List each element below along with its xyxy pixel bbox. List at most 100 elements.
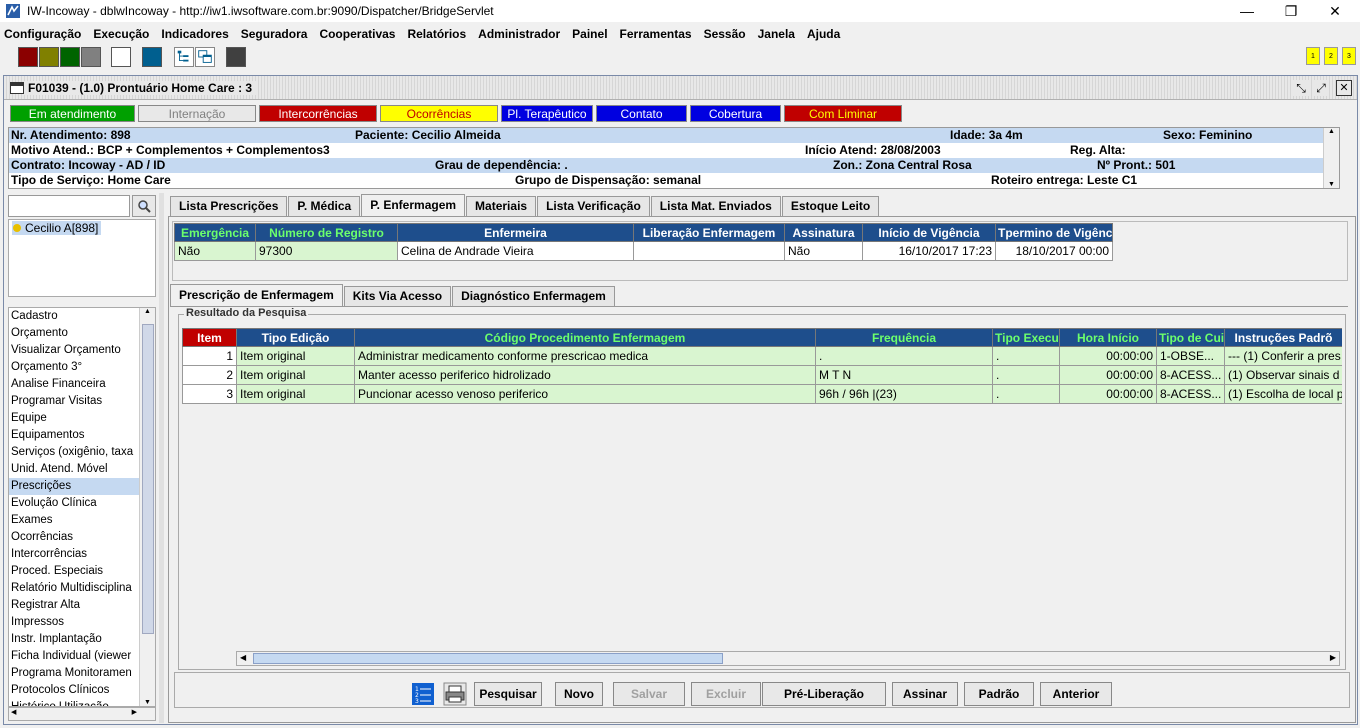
menu-relatorios[interactable]: Relatórios bbox=[407, 27, 466, 41]
nav-item[interactable]: Cadastro bbox=[9, 308, 140, 325]
column-header[interactable]: Assinatura bbox=[784, 223, 863, 242]
windows-icon[interactable] bbox=[195, 47, 215, 67]
close-button[interactable]: ✕ bbox=[1312, 0, 1358, 22]
nav-item[interactable]: Prescrições bbox=[9, 478, 140, 495]
grid-horizontal-scrollbar[interactable]: ◀ ▶ bbox=[236, 651, 1340, 666]
button-novo[interactable]: Novo bbox=[555, 682, 603, 706]
toolbar-color-button-2[interactable] bbox=[39, 47, 59, 67]
nav-horizontal-scrollbar[interactable]: ◀ ▶ bbox=[8, 707, 156, 721]
frame-maximize-icon[interactable]: ⤢ bbox=[1313, 80, 1329, 96]
scroll-down-icon[interactable]: ▼ bbox=[140, 699, 155, 706]
toolbar-color-button-7[interactable] bbox=[226, 47, 246, 67]
desktop-1-button[interactable]: 1 bbox=[1306, 47, 1320, 65]
status-button-7[interactable]: Cobertura bbox=[690, 105, 781, 122]
toolbar-color-button-4[interactable] bbox=[81, 47, 101, 67]
status-button-6[interactable]: Contato bbox=[596, 105, 687, 122]
nav-item[interactable]: Proced. Especiais bbox=[9, 563, 140, 580]
nav-scrollbar[interactable]: ▲ ▼ bbox=[139, 308, 155, 706]
menu-seguradora[interactable]: Seguradora bbox=[241, 27, 308, 41]
nav-item[interactable]: Registrar Alta bbox=[9, 597, 140, 614]
table-row[interactable]: 3 Item original Puncionar acesso venoso pe… bbox=[182, 384, 1342, 404]
nav-item[interactable]: Evolução Clínica bbox=[9, 495, 140, 512]
nav-item[interactable]: Equipamentos bbox=[9, 427, 140, 444]
column-header[interactable]: Início de Vigência bbox=[862, 223, 996, 242]
nav-item[interactable]: Equipe bbox=[9, 410, 140, 427]
nav-scroll-thumb[interactable] bbox=[142, 324, 154, 634]
tab-1[interactable]: Lista Prescrições bbox=[170, 196, 288, 216]
nav-item[interactable]: Ocorrências bbox=[9, 529, 140, 546]
button-pesquisar[interactable]: Pesquisar bbox=[474, 682, 542, 706]
toolbar-color-button-5[interactable] bbox=[111, 47, 131, 67]
patient-list-item[interactable]: Cecilio A[898] bbox=[12, 221, 102, 235]
scroll-up-icon[interactable]: ▲ bbox=[140, 308, 155, 315]
column-header[interactable]: Frequência bbox=[815, 328, 993, 347]
status-button-2[interactable]: Internação bbox=[138, 105, 256, 122]
status-button-4[interactable]: Ocorrências bbox=[380, 105, 498, 122]
scroll-left-icon[interactable]: ◀ bbox=[11, 708, 16, 716]
list-icon[interactable]: 1 2 3 bbox=[411, 682, 435, 706]
column-header[interactable]: Liberação Enfermagem bbox=[633, 223, 785, 242]
tab-2[interactable]: P. Médica bbox=[288, 196, 361, 216]
toolbar-color-button-1[interactable] bbox=[18, 47, 38, 67]
nav-item[interactable]: Orçamento bbox=[9, 325, 140, 342]
scroll-right-icon[interactable]: ▶ bbox=[1330, 653, 1336, 662]
nav-item[interactable]: Protocolos Clínicos bbox=[9, 682, 140, 699]
menu-execucao[interactable]: Execução bbox=[93, 27, 149, 41]
column-header[interactable]: Hora Início bbox=[1059, 328, 1157, 347]
subtab-2[interactable]: Kits Via Acesso bbox=[343, 286, 452, 306]
table-row[interactable]: Não 97300 Celina de Andrade Vieira Não 16/10… bbox=[174, 241, 1113, 261]
status-button-8[interactable]: Com Liminar bbox=[784, 105, 902, 122]
nav-item[interactable]: Visualizar Orçamento bbox=[9, 342, 140, 359]
minimize-button[interactable]: — bbox=[1224, 0, 1270, 22]
nav-item[interactable]: Ficha Individual (viewer bbox=[9, 648, 140, 665]
subtab-1[interactable]: Prescrição de Enfermagem bbox=[170, 284, 343, 306]
button-anterior[interactable]: Anterior bbox=[1040, 682, 1112, 706]
desktop-2-button[interactable]: 2 bbox=[1324, 47, 1338, 65]
grid-scroll-thumb[interactable] bbox=[253, 653, 723, 664]
nav-item[interactable]: Analise Financeira bbox=[9, 376, 140, 393]
column-header[interactable]: Enfermeira bbox=[397, 223, 634, 242]
scroll-down-icon[interactable]: ▼ bbox=[1324, 181, 1339, 188]
menu-configuracao[interactable]: Configuração bbox=[4, 27, 81, 41]
menu-cooperativas[interactable]: Cooperativas bbox=[319, 27, 395, 41]
button-padrao[interactable]: Padrão bbox=[964, 682, 1034, 706]
button-pre-liberacao[interactable]: Pré-Liberação bbox=[762, 682, 886, 706]
menu-ajuda[interactable]: Ajuda bbox=[807, 27, 840, 41]
nav-item[interactable]: Instr. Implantação bbox=[9, 631, 140, 648]
menu-sessao[interactable]: Sessão bbox=[704, 27, 746, 41]
nav-item[interactable]: Serviços (oxigênio, taxa bbox=[9, 444, 140, 461]
column-header[interactable]: Número de Registro bbox=[255, 223, 398, 242]
nav-item[interactable]: Relatório Multidisciplina bbox=[9, 580, 140, 597]
panel-splitter[interactable] bbox=[159, 193, 164, 723]
column-header[interactable]: Tipo de Cui bbox=[1156, 328, 1225, 347]
nav-item[interactable]: Unid. Atend. Móvel bbox=[9, 461, 140, 478]
tab-6[interactable]: Lista Mat. Enviados bbox=[650, 196, 781, 216]
column-header[interactable]: Tipo Edição bbox=[236, 328, 355, 347]
frame-iconify-icon[interactable]: ⤡ bbox=[1293, 80, 1309, 96]
subtab-3[interactable]: Diagnóstico Enfermagem bbox=[452, 286, 615, 306]
desktop-3-button[interactable]: 3 bbox=[1342, 47, 1356, 65]
printer-icon[interactable] bbox=[443, 682, 467, 706]
nav-item[interactable]: Histórico Utilização bbox=[9, 699, 140, 706]
column-header[interactable]: Item bbox=[182, 328, 237, 347]
status-button-5[interactable]: Pl. Terapêutico bbox=[501, 105, 593, 122]
tab-5[interactable]: Lista Verificação bbox=[537, 196, 650, 216]
scroll-right-icon[interactable]: ▶ bbox=[132, 708, 137, 716]
tab-7[interactable]: Estoque Leito bbox=[781, 196, 880, 216]
button-assinar[interactable]: Assinar bbox=[892, 682, 958, 706]
menu-painel[interactable]: Painel bbox=[572, 27, 607, 41]
maximize-button[interactable]: ❐ bbox=[1268, 0, 1314, 22]
table-row[interactable]: 2 Item original Manter acesso periferico h… bbox=[182, 365, 1342, 385]
nav-item[interactable]: Intercorrências bbox=[9, 546, 140, 563]
tree-view-icon[interactable] bbox=[174, 47, 194, 67]
column-header[interactable]: Tipo Execu bbox=[992, 328, 1060, 347]
column-header[interactable]: Código Procedimento Enfermagem bbox=[354, 328, 816, 347]
patient-search-input[interactable] bbox=[8, 195, 130, 217]
scroll-up-icon[interactable]: ▲ bbox=[1324, 128, 1339, 135]
tab-3[interactable]: P. Enfermagem bbox=[361, 194, 466, 216]
column-header[interactable]: Tpermino de Vigênci bbox=[995, 223, 1113, 242]
nav-item[interactable]: Programar Visitas bbox=[9, 393, 140, 410]
column-header[interactable]: Instruções Padrõ bbox=[1224, 328, 1342, 347]
nav-item[interactable]: Impressos bbox=[9, 614, 140, 631]
menu-administrador[interactable]: Administrador bbox=[478, 27, 560, 41]
